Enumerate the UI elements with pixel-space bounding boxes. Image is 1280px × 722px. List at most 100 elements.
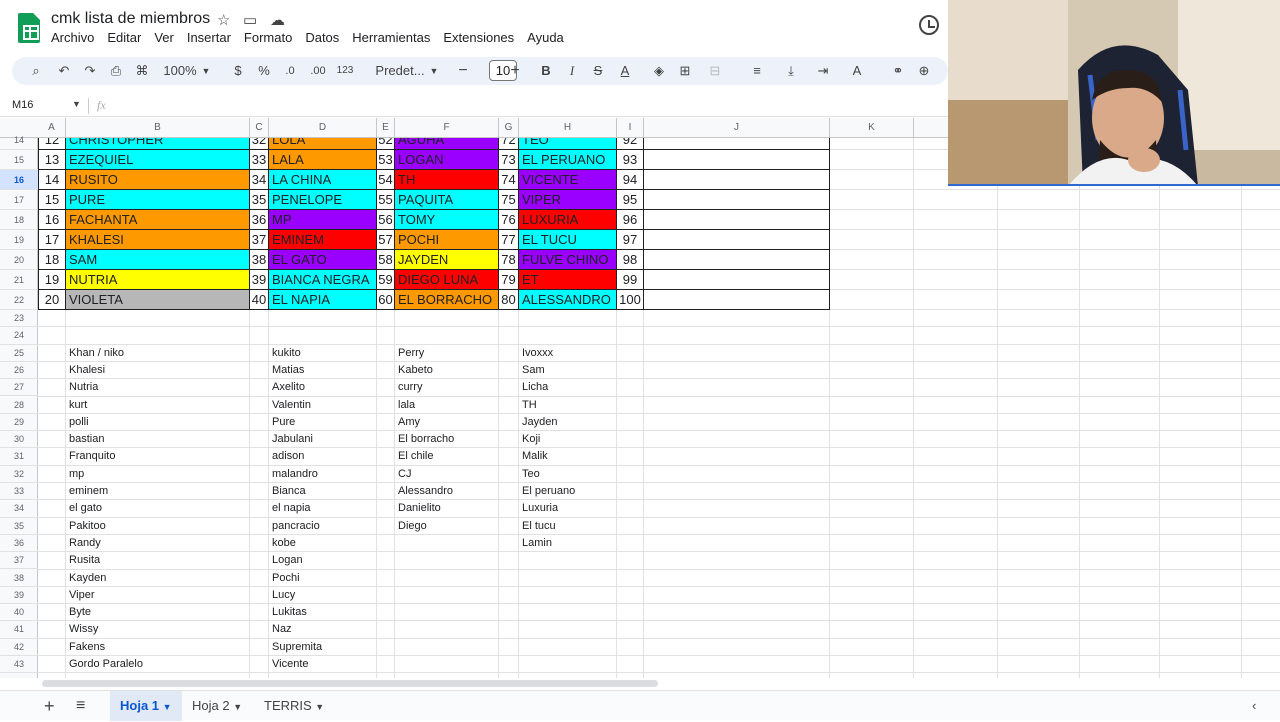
chevron-down-icon[interactable]: ▼ xyxy=(72,99,81,109)
tab-terris[interactable]: TERRIS ▼ xyxy=(264,691,324,721)
list-item[interactable]: El chile xyxy=(395,448,433,465)
list-item[interactable]: Diego xyxy=(395,518,427,535)
table-number-cell[interactable]: 17 xyxy=(38,230,66,250)
table-member-cell[interactable]: TOMY xyxy=(395,210,499,230)
table-member-cell[interactable]: JAYDEN xyxy=(395,250,499,270)
list-item[interactable]: Nutria xyxy=(66,379,98,396)
chevron-down-icon[interactable]: ▼ xyxy=(163,702,172,712)
column-header-f[interactable]: F xyxy=(395,118,499,138)
document-title[interactable]: cmk lista de miembros xyxy=(51,10,210,28)
column-header-e[interactable]: E xyxy=(377,118,395,138)
menu-herramientas[interactable]: Herramientas xyxy=(352,30,430,45)
list-item[interactable]: Rusita xyxy=(66,552,100,569)
font-select[interactable]: Predet... xyxy=(372,57,428,85)
table-member-cell[interactable]: POCHI xyxy=(395,230,499,250)
row-header-26[interactable]: 26 xyxy=(0,362,38,380)
column-header-g[interactable]: G xyxy=(499,118,519,138)
list-item[interactable]: Lukitas xyxy=(269,604,307,621)
row-header-19[interactable]: 19 xyxy=(0,230,38,250)
table-member-cell[interactable] xyxy=(644,210,830,230)
table-member-cell[interactable]: PURE xyxy=(66,190,250,210)
print-icon[interactable]: ⎙ xyxy=(106,57,126,85)
row-header-31[interactable]: 31 xyxy=(0,448,38,466)
list-item[interactable]: Kabeto xyxy=(395,362,433,379)
table-member-cell[interactable]: FACHANTA xyxy=(66,210,250,230)
tab-hoja-2[interactable]: Hoja 2 ▼ xyxy=(192,691,242,721)
table-number-cell[interactable]: 35 xyxy=(250,190,269,210)
table-member-cell[interactable]: VIOLETA xyxy=(66,290,250,310)
row-header-27[interactable]: 27 xyxy=(0,379,38,397)
table-member-cell[interactable] xyxy=(644,138,830,150)
table-number-cell[interactable]: 72 xyxy=(499,138,519,150)
table-number-cell[interactable]: 54 xyxy=(377,170,395,190)
table-number-cell[interactable]: 18 xyxy=(38,250,66,270)
table-number-cell[interactable]: 100 xyxy=(617,290,644,310)
column-header-c[interactable]: C xyxy=(250,118,269,138)
list-item[interactable]: El borracho xyxy=(395,431,454,448)
list-item[interactable]: TH xyxy=(519,397,537,414)
currency-format-button[interactable]: $ xyxy=(230,57,246,85)
table-number-cell[interactable]: 94 xyxy=(617,170,644,190)
vertical-align-icon[interactable]: ⤓ xyxy=(780,57,802,85)
sheets-logo-icon[interactable] xyxy=(18,13,40,43)
text-color-icon[interactable]: A xyxy=(616,57,634,85)
bold-icon[interactable]: B xyxy=(538,57,554,85)
list-item[interactable]: Lucy xyxy=(269,587,295,604)
row-header-15[interactable]: 15 xyxy=(0,150,38,170)
table-member-cell[interactable]: VIPER xyxy=(519,190,617,210)
list-item[interactable]: pancracio xyxy=(269,518,320,535)
table-member-cell[interactable]: TEO xyxy=(519,138,617,150)
all-sheets-icon[interactable]: ≡ xyxy=(76,691,85,721)
table-member-cell[interactable]: RUSITO xyxy=(66,170,250,190)
list-item[interactable]: Alessandro xyxy=(395,483,453,500)
zoom-select[interactable]: 100% xyxy=(160,57,200,85)
list-item[interactable]: Malik xyxy=(519,448,548,465)
table-member-cell[interactable]: EL NAPIA xyxy=(269,290,377,310)
list-item[interactable]: Valentin xyxy=(269,397,311,414)
menu-archivo[interactable]: Archivo xyxy=(51,30,94,45)
tab-hoja-1[interactable]: Hoja 1 ▼ xyxy=(110,691,182,721)
add-sheet-icon[interactable]: + xyxy=(44,691,55,721)
table-number-cell[interactable]: 16 xyxy=(38,210,66,230)
increase-font-size-icon[interactable]: + xyxy=(508,57,522,85)
table-member-cell[interactable] xyxy=(644,190,830,210)
insert-link-icon[interactable]: ⚭ xyxy=(888,57,908,85)
table-number-cell[interactable]: 77 xyxy=(499,230,519,250)
list-item[interactable]: bastian xyxy=(66,431,104,448)
star-icon[interactable]: ☆ xyxy=(217,11,230,29)
table-number-cell[interactable]: 98 xyxy=(617,250,644,270)
text-wrapping-icon[interactable]: ⇥ xyxy=(812,57,834,85)
row-header-20[interactable]: 20 xyxy=(0,250,38,270)
search-menus-icon[interactable]: ⌕ xyxy=(26,57,46,85)
list-item[interactable]: Byte xyxy=(66,604,91,621)
list-item[interactable]: lala xyxy=(395,397,415,414)
list-item[interactable]: malandro xyxy=(269,466,318,483)
table-number-cell[interactable]: 32 xyxy=(250,138,269,150)
list-item[interactable]: Logan xyxy=(269,552,303,569)
column-header-j[interactable]: J xyxy=(644,118,830,138)
table-member-cell[interactable]: DIEGO LUNA xyxy=(395,270,499,290)
chevron-down-icon[interactable]: ▼ xyxy=(200,57,212,85)
list-item[interactable]: kukito xyxy=(269,345,301,362)
row-header-37[interactable]: 37 xyxy=(0,552,38,570)
menu-editar[interactable]: Editar xyxy=(107,30,141,45)
list-item[interactable]: Pochi xyxy=(269,570,300,587)
table-number-cell[interactable]: 99 xyxy=(617,270,644,290)
merge-cells-icon[interactable]: ⊟ xyxy=(704,57,726,85)
row-header-23[interactable]: 23 xyxy=(0,310,38,328)
column-header-a[interactable]: A xyxy=(38,118,66,138)
row-header-14[interactable]: 14 xyxy=(0,130,38,150)
decrease-decimal-button[interactable]: .0 xyxy=(280,57,300,85)
italic-icon[interactable]: I xyxy=(564,57,580,85)
column-header-k[interactable]: K xyxy=(830,118,914,138)
table-number-cell[interactable]: 12 xyxy=(38,138,66,150)
insert-comment-icon[interactable]: ⊕ xyxy=(914,57,934,85)
list-item[interactable]: CJ xyxy=(395,466,411,483)
menu-datos[interactable]: Datos xyxy=(305,30,339,45)
horizontal-align-icon[interactable]: ≡ xyxy=(746,57,768,85)
row-header-24[interactable]: 24 xyxy=(0,327,38,345)
table-number-cell[interactable]: 13 xyxy=(38,150,66,170)
chevron-down-icon[interactable]: ▼ xyxy=(233,702,242,712)
list-item[interactable]: Ivoxxx xyxy=(519,345,553,362)
table-number-cell[interactable]: 97 xyxy=(617,230,644,250)
